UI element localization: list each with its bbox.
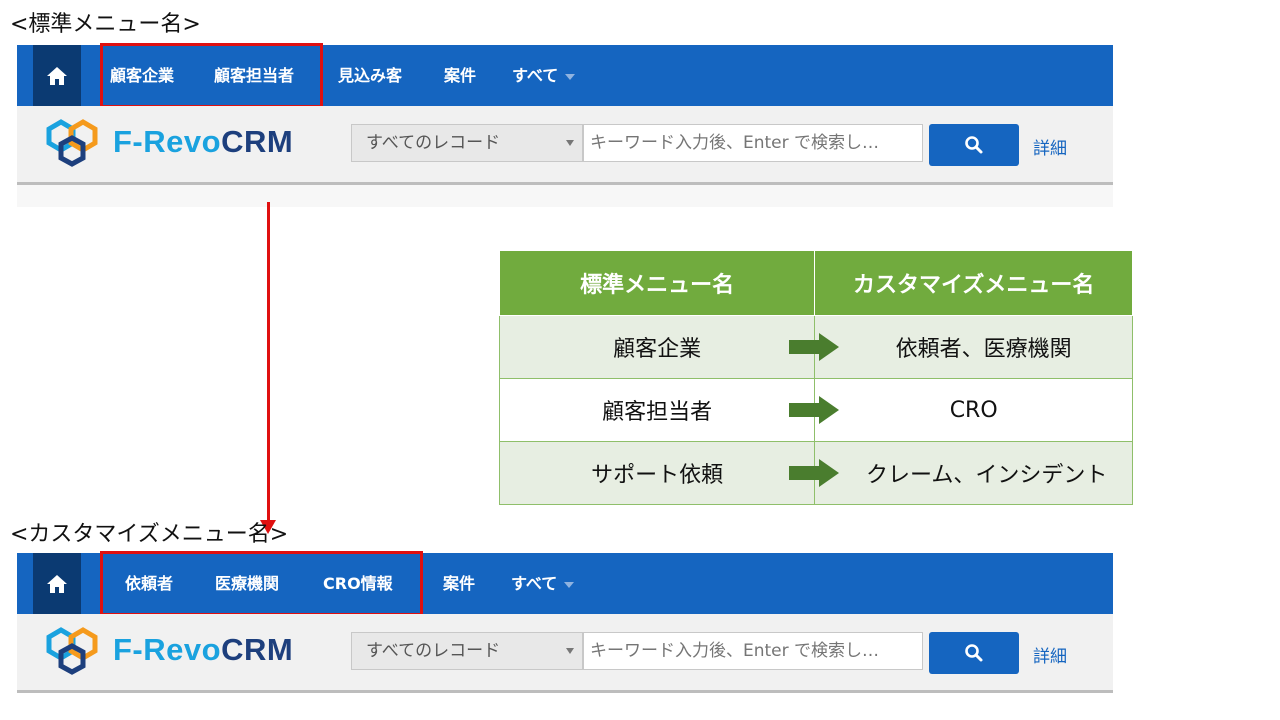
nav-item-leads[interactable]: 見込み客: [338, 45, 402, 106]
brand-name: F-RevoCRM: [113, 124, 293, 160]
search-scope-label: すべてのレコード: [366, 133, 501, 153]
custom-cell: クレーム、インシデント: [789, 441, 1133, 505]
nav-item-all-label: すべて: [511, 574, 558, 593]
home-button[interactable]: [33, 45, 81, 106]
standard-app-screenshot: 顧客企業 顧客担当者 見込み客 案件 すべて F-RevoCRM すべてのレコー…: [17, 43, 1113, 207]
custom-name: CRO: [949, 397, 998, 423]
menu-mapping-table: 標準メニュー名 カスタマイズメニュー名 顧客企業 依頼者、医療機関 顧客担当者 …: [498, 250, 1133, 505]
home-button[interactable]: [33, 553, 81, 614]
standard-name: 顧客担当者: [498, 378, 816, 442]
chevron-down-icon: [566, 140, 574, 146]
content-area: [17, 185, 1113, 207]
nav-item-all-label: すべて: [512, 66, 559, 85]
table-row: サポート依頼 クレーム、インシデント: [498, 441, 1133, 505]
chevron-down-icon: [566, 648, 574, 654]
arrow-right-icon: [789, 459, 840, 487]
arrow-right-icon: [789, 333, 840, 361]
brand-part1: F-Revo: [113, 632, 222, 667]
custom-app-screenshot: 依頼者 医療機関 CRO情報 案件 すべて F-RevoCRM すべてのレコード…: [17, 551, 1113, 693]
search-input[interactable]: [583, 124, 923, 162]
standard-name: 顧客企業: [498, 315, 816, 379]
chevron-down-icon: [565, 73, 576, 80]
search-scope-label: すべてのレコード: [366, 641, 501, 661]
top-toolbar: F-RevoCRM すべてのレコード 詳細: [17, 106, 1113, 185]
logo-icon: [46, 119, 98, 167]
standard-name: サポート依頼: [498, 441, 816, 505]
nav-item-all[interactable]: すべて: [512, 45, 576, 106]
brand-name: F-RevoCRM: [113, 632, 293, 668]
search-button[interactable]: [929, 632, 1019, 674]
nav-item-potentials[interactable]: 案件: [444, 45, 476, 106]
standard-menu-caption: <標準メニュー名>: [10, 12, 201, 37]
bottom-toolbar: F-RevoCRM すべてのレコード 詳細: [17, 614, 1113, 693]
advanced-search-link[interactable]: 詳細: [1033, 642, 1067, 667]
header-standard: 標準メニュー名: [498, 250, 816, 316]
table-row: 顧客担当者 CRO: [498, 378, 1133, 442]
search-scope-select[interactable]: すべてのレコード: [351, 632, 583, 670]
advanced-search-link[interactable]: 詳細: [1033, 134, 1067, 159]
bottom-navbar: 依頼者 医療機関 CRO情報 案件 すべて: [17, 551, 1113, 616]
custom-cell: 依頼者、医療機関: [789, 315, 1133, 379]
search-button[interactable]: [929, 124, 1019, 166]
logo-icon: [46, 627, 98, 675]
brand-part1: F-Revo: [113, 124, 222, 159]
search-input[interactable]: [583, 632, 923, 670]
top-navbar: 顧客企業 顧客担当者 見込み客 案件 すべて: [17, 43, 1113, 108]
home-icon: [47, 66, 67, 85]
search-icon: [965, 644, 983, 662]
chevron-down-icon: [564, 581, 575, 588]
nav-item-potentials[interactable]: 案件: [443, 553, 475, 614]
table-row: 顧客企業 依頼者、医療機関: [498, 315, 1133, 379]
highlight-box: [100, 551, 423, 616]
search-scope-select[interactable]: すべてのレコード: [351, 124, 583, 162]
custom-name: 依頼者、医療機関: [895, 337, 1072, 362]
arrow-right-icon: [789, 396, 840, 424]
custom-menu-caption: <カスタマイズメニュー名>: [10, 522, 289, 547]
transition-arrow: [267, 202, 270, 522]
brand-part2: CRM: [221, 124, 294, 159]
nav-item-all[interactable]: すべて: [511, 553, 575, 614]
header-custom: カスタマイズメニュー名: [814, 250, 1133, 316]
home-icon: [47, 574, 67, 593]
custom-cell: CRO: [789, 378, 1133, 442]
highlight-box: [100, 43, 323, 108]
custom-name: クレーム、インシデント: [866, 463, 1108, 488]
brand-part2: CRM: [221, 632, 294, 667]
search-icon: [965, 136, 983, 154]
